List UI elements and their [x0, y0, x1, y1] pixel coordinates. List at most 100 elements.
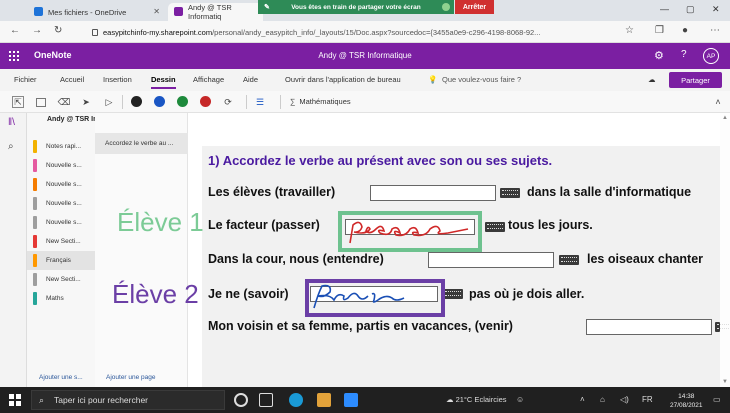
section-label: Nouvelle s... — [46, 219, 82, 226]
task-view-icon[interactable] — [259, 393, 273, 407]
answer-box-1[interactable] — [370, 185, 496, 201]
page-item[interactable]: Accordez le verbe au ... — [95, 133, 188, 154]
section-item[interactable]: Nouvelle s... — [27, 156, 95, 175]
section-item[interactable]: Notes rapi... — [27, 137, 95, 156]
lasso-rect-icon[interactable] — [36, 98, 46, 107]
line-4-after: pas où je dois aller. — [469, 287, 585, 301]
answer-box-3[interactable] — [428, 252, 554, 268]
tab-dessin[interactable]: Dessin — [151, 75, 176, 89]
notifications-icon[interactable]: ▭ — [713, 395, 721, 404]
stop-sharing-button[interactable]: Arrêter — [455, 0, 494, 14]
draw-toolbar: ⇱ ⌫ ➤ ▷ ⟳ ☰ ∑ Mathématiques ˄ — [0, 91, 730, 113]
document-title[interactable]: Andy @ TSR Informatique — [0, 51, 730, 60]
search-icon[interactable]: ⌕ — [8, 141, 14, 152]
section-item[interactable]: Maths — [27, 289, 95, 308]
section-color-tab — [33, 140, 37, 153]
screen-share-banner: ✎ Vous êtes en train de partager votre é… — [258, 0, 454, 14]
more-icon[interactable]: ⋯ — [710, 25, 720, 36]
line-1-after: dans la salle d'informatique — [527, 185, 692, 199]
pointer-icon[interactable]: ➤ — [80, 96, 92, 108]
tab-aide[interactable]: Aide — [243, 75, 258, 84]
add-section-link[interactable]: Ajouter une s... — [39, 374, 83, 381]
taskbar-search[interactable]: ⌕ Taper ici pour rechercher — [31, 390, 225, 410]
math-button[interactable]: ∑ Mathématiques — [290, 97, 351, 106]
tab-affichage[interactable]: Affichage — [193, 75, 224, 84]
open-desktop-link[interactable]: Ouvrir dans l'application de bureau — [285, 75, 401, 84]
url-path: /personal/andy_easypitch_info/_layouts/1… — [212, 27, 541, 37]
tab-insertion[interactable]: Insertion — [103, 75, 132, 84]
close-window-icon[interactable]: ✕ — [712, 4, 720, 15]
red-pen-icon[interactable] — [200, 96, 211, 107]
green-pen-icon[interactable] — [177, 96, 188, 107]
collections-icon[interactable]: ❐ — [655, 25, 664, 36]
scrollbar[interactable]: ▲ ▼ — [720, 113, 730, 387]
share-button[interactable]: Partager — [669, 72, 722, 88]
left-rail: ‖\ ⌕ — [0, 113, 27, 387]
eleve-2-label: Élève 2 — [112, 279, 199, 309]
tell-me-box[interactable]: Que voulez-vous faire ? — [442, 75, 521, 84]
exercise-title: 1) Accordez le verbe au présent avec son… — [208, 153, 553, 168]
scroll-up-icon[interactable]: ▲ — [722, 115, 728, 121]
start-icon[interactable] — [9, 394, 21, 406]
edge-icon[interactable] — [289, 393, 303, 407]
activity-icon[interactable]: ☁ — [648, 75, 656, 84]
search-placeholder: Taper ici pour rechercher — [54, 395, 149, 405]
gear-icon[interactable]: ⚙ — [654, 49, 664, 62]
browser-tab-bar: Mes fichiers - OneDrive ✕ Andy @ TSR Inf… — [0, 0, 730, 21]
section-item[interactable]: New Secti... — [27, 270, 95, 289]
close-tab-icon[interactable]: ✕ — [153, 7, 160, 16]
keyboard-icon — [500, 188, 520, 198]
favorites-icon[interactable]: ☆ — [625, 25, 634, 36]
language-icon[interactable]: FR — [642, 395, 653, 404]
volume-icon[interactable]: ◁) — [620, 395, 629, 404]
section-item[interactable]: New Secti... — [27, 232, 95, 251]
maximize-icon[interactable]: ▢ — [686, 4, 695, 15]
collapse-ribbon-icon[interactable]: ˄ — [712, 96, 724, 108]
section-color-tab — [33, 197, 37, 210]
network-icon[interactable]: ⌂ — [600, 395, 605, 404]
add-page-link[interactable]: Ajouter une page — [106, 374, 156, 381]
browser-tab-onedrive[interactable]: Mes fichiers - OneDrive ✕ — [28, 3, 166, 21]
keyboard-icon — [715, 322, 730, 332]
answer-box-5[interactable] — [586, 319, 712, 335]
address-bar: ← → ↻ easypitchinfo-my.sharepoint.com /p… — [0, 21, 730, 43]
blue-pen-icon[interactable] — [154, 96, 165, 107]
tab-fichier[interactable]: Fichier — [14, 75, 37, 84]
profile-icon[interactable]: ● — [682, 25, 688, 36]
eraser-icon[interactable]: ⌫ — [58, 96, 71, 108]
cortana-icon[interactable] — [234, 393, 248, 407]
clock[interactable]: 14:38 27/08/2021 — [670, 392, 703, 410]
line-thickness-icon[interactable]: ☰ — [254, 96, 266, 108]
section-item[interactable]: Nouvelle s... — [27, 213, 95, 232]
tray-chevron-icon[interactable]: ˄ — [580, 395, 585, 404]
line-2-after: tous les jours. — [508, 218, 593, 232]
replay-icon[interactable]: ⟳ — [222, 96, 234, 108]
line-1-before: Les élèves (travailler) — [208, 185, 336, 199]
forward-icon[interactable]: → — [32, 25, 42, 36]
scroll-down-icon[interactable]: ▼ — [722, 379, 728, 385]
file-explorer-icon[interactable] — [317, 393, 331, 407]
avatar[interactable]: AP — [703, 48, 719, 64]
minimize-icon[interactable]: — — [660, 4, 669, 14]
browser-tab-onenote[interactable]: Andy @ TSR Informatiq — [168, 3, 263, 21]
shape-icon[interactable]: ▷ — [103, 96, 115, 108]
tab-accueil[interactable]: Accueil — [60, 75, 84, 84]
lightbulb-icon: 💡 — [428, 75, 438, 84]
url-field[interactable]: easypitchinfo-my.sharepoint.com /persona… — [92, 24, 612, 40]
section-item[interactable]: Nouvelle s... — [27, 194, 95, 213]
weather-widget[interactable]: ☁ 21°C Eclaircies — [446, 395, 507, 404]
refresh-icon[interactable]: ↻ — [54, 25, 62, 36]
people-icon[interactable]: ☺ — [516, 395, 524, 404]
section-item[interactable]: Français — [27, 251, 95, 270]
back-icon[interactable]: ← — [10, 25, 20, 36]
onedrive-icon — [34, 7, 43, 16]
section-label: Nouvelle s... — [46, 162, 82, 169]
ribbon-tabs: Fichier Accueil Insertion Dessin Afficha… — [0, 69, 730, 91]
notebooks-icon[interactable]: ‖\ — [8, 117, 15, 128]
help-icon[interactable]: ? — [681, 49, 687, 60]
select-tool-icon[interactable]: ⇱ — [12, 96, 24, 108]
zoom-icon[interactable] — [344, 393, 358, 407]
black-pen-icon[interactable] — [131, 96, 142, 107]
section-label: Maths — [46, 295, 64, 302]
section-item[interactable]: Nouvelle s... — [27, 175, 95, 194]
